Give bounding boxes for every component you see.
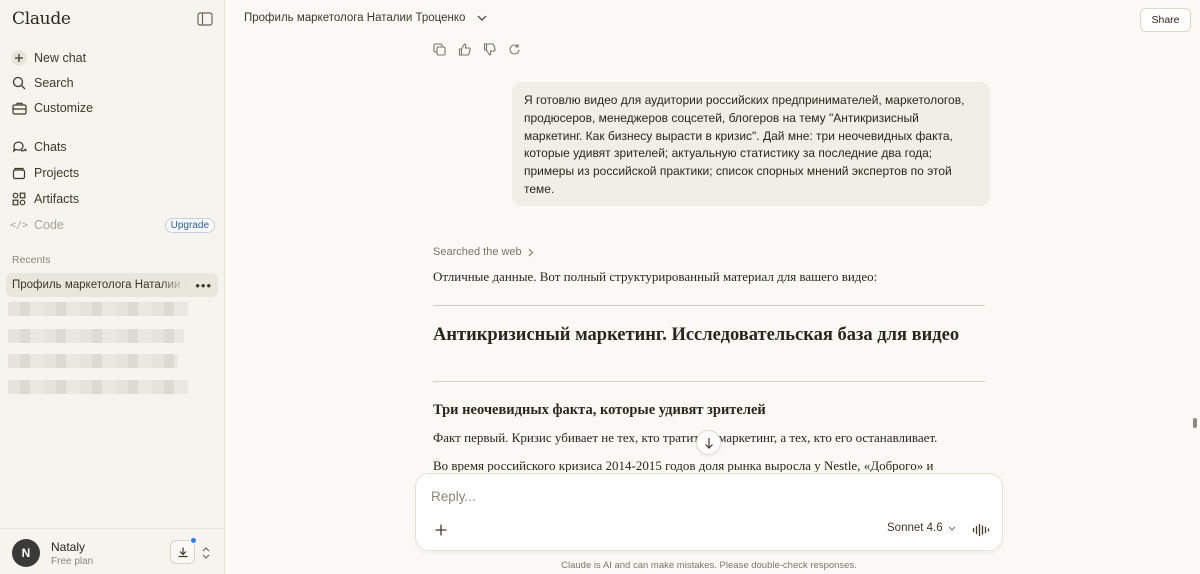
chevron-right-icon xyxy=(528,248,533,256)
divider xyxy=(433,305,985,306)
chat-title-dropdown[interactable]: Профиль маркетолога Наталии Троценко xyxy=(244,12,487,24)
response-heading: Антикризисный маркетинг. Исследовательск… xyxy=(433,325,960,345)
scroll-to-bottom-button[interactable] xyxy=(696,430,721,455)
more-options-icon[interactable]: ••• xyxy=(195,279,212,292)
sidebar-toggle-icon[interactable] xyxy=(197,12,213,26)
chevron-down-icon xyxy=(478,15,487,21)
search-button[interactable]: Search xyxy=(10,72,215,94)
arrow-down-icon xyxy=(704,437,713,449)
plus-icon xyxy=(10,49,28,67)
response-intro: Отличные данные. Вот полный структуриров… xyxy=(433,269,878,284)
new-chat-button[interactable]: New chat xyxy=(10,47,215,69)
scrollbar-thumb[interactable] xyxy=(1193,418,1197,428)
recent-chat-title: Профиль маркетолога Наталии Троценко xyxy=(12,279,187,291)
sidebar-item-code[interactable]: </> Code Upgrade xyxy=(10,214,215,236)
searched-web-label: Searched the web xyxy=(433,246,522,258)
copy-icon[interactable] xyxy=(433,43,446,56)
briefcase-icon xyxy=(10,99,28,117)
recent-chat-blurred[interactable] xyxy=(8,380,188,394)
notification-dot xyxy=(190,537,197,544)
chat-bubbles-icon xyxy=(10,138,28,156)
chat-title: Профиль маркетолога Наталии Троценко xyxy=(244,12,466,24)
composer: Sonnet 4.6 xyxy=(415,473,1003,551)
disclaimer: Claude is AI and can make mistakes. Plea… xyxy=(561,560,857,571)
sidebar-item-projects[interactable]: Projects xyxy=(10,162,215,184)
share-button[interactable]: Share xyxy=(1140,8,1191,32)
chevron-down-icon xyxy=(948,526,956,531)
code-icon: </> xyxy=(9,219,29,231)
response-subheading: Три неочевидных факта, которые удивят зр… xyxy=(433,402,766,418)
brand-logo[interactable]: Claude xyxy=(12,9,71,29)
model-name: Sonnet 4.6 xyxy=(887,522,943,534)
sidebar-item-artifacts[interactable]: Artifacts xyxy=(10,188,215,210)
artifacts-label: Artifacts xyxy=(34,192,80,206)
chats-label: Chats xyxy=(34,140,67,154)
customize-label: Customize xyxy=(34,101,94,115)
response-paragraph: Факт первый. Кризис убивает не тех, кто … xyxy=(433,430,938,445)
recent-chat-active[interactable]: Профиль маркетолога Наталии Троценко ••• xyxy=(6,273,218,297)
customize-button[interactable]: Customize xyxy=(10,97,215,119)
model-selector[interactable]: Sonnet 4.6 xyxy=(887,522,956,534)
projects-label: Projects xyxy=(34,166,80,180)
add-attachment-icon[interactable] xyxy=(434,523,448,537)
message-actions xyxy=(433,43,521,56)
searched-web-toggle[interactable]: Searched the web xyxy=(433,246,534,258)
recent-chat-blurred[interactable] xyxy=(8,354,178,368)
divider xyxy=(433,381,985,382)
chevron-updown-icon[interactable] xyxy=(201,546,211,560)
thumbs-down-icon[interactable] xyxy=(483,43,496,56)
search-icon xyxy=(10,74,28,92)
grid-icon xyxy=(10,190,28,208)
search-label: Search xyxy=(34,76,74,90)
retry-icon[interactable] xyxy=(508,43,521,56)
download-icon xyxy=(178,547,187,558)
new-chat-label: New chat xyxy=(34,51,87,65)
recents-heading: Recents xyxy=(12,254,51,266)
sidebar-item-chats[interactable]: Chats xyxy=(10,136,215,158)
upgrade-badge[interactable]: Upgrade xyxy=(164,217,215,233)
recent-chat-blurred[interactable] xyxy=(8,302,188,316)
thumbs-up-icon[interactable] xyxy=(458,43,471,56)
code-label: Code xyxy=(34,218,64,232)
response-paragraph: Во время российского кризиса 2014-2015 г… xyxy=(433,458,934,472)
sidebar: Claude New chat Search Customize Chats P… xyxy=(0,0,225,574)
user-name: Nataly xyxy=(51,540,86,554)
recent-chat-blurred[interactable] xyxy=(8,329,184,343)
user-message: Я готовлю видео для аудитории российских… xyxy=(512,82,990,206)
folder-icon xyxy=(10,164,28,182)
reply-input[interactable] xyxy=(431,489,971,504)
voice-mode-icon[interactable] xyxy=(972,523,990,537)
